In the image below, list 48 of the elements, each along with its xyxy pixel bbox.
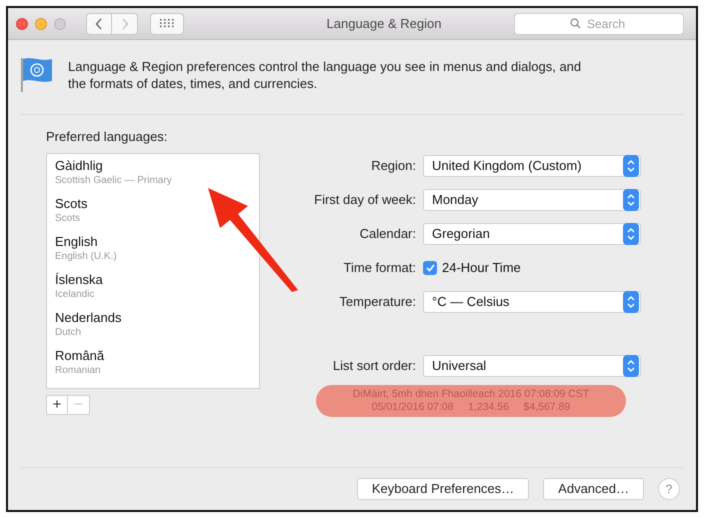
language-subtitle: Icelandic (55, 288, 94, 300)
show-all-button[interactable] (150, 12, 184, 34)
setting-label: Time format: (342, 259, 417, 278)
popup-button[interactable]: Universal (423, 355, 641, 377)
window-title: Language & Region (326, 14, 442, 33)
grid-icon (160, 19, 174, 28)
help-button[interactable]: ? (658, 478, 680, 500)
language-name[interactable]: Gàidhlig (55, 158, 103, 174)
stepper-icon (623, 355, 639, 377)
setting-label: Temperature: (338, 293, 417, 312)
setting-label: Region: (370, 157, 417, 176)
stepper-icon (623, 291, 639, 313)
popup-button[interactable]: Monday (423, 189, 641, 211)
language-subtitle: Scots (55, 212, 80, 224)
flag-icon (20, 56, 54, 92)
language-subtitle: English (U.K.) (55, 250, 117, 262)
popup-button[interactable]: °C — Celsius (423, 291, 641, 313)
check-icon (426, 264, 434, 272)
stepper-icon (623, 189, 639, 211)
language-subtitle: Dutch (55, 326, 82, 338)
preferred-languages-label: Preferred languages: (46, 128, 168, 146)
search-icon (570, 18, 581, 28)
language-name[interactable]: English (55, 234, 98, 250)
push-button[interactable]: Advanced… (543, 478, 644, 500)
chevron-left-icon (95, 18, 103, 30)
language-subtitle: Scottish Gaelic — Primary (55, 174, 172, 186)
checkbox-label: 24-Hour Time (442, 259, 521, 278)
setting-label: Calendar: (358, 225, 417, 244)
popup-button[interactable]: Gregorian (423, 223, 641, 245)
language-name[interactable]: Íslenska (55, 272, 103, 288)
minimize-button[interactable] (35, 18, 47, 30)
back-button[interactable] (86, 12, 112, 34)
setting-label: First day of week: (313, 191, 417, 210)
stepper-icon (623, 223, 639, 245)
language-name[interactable]: Nederlands (55, 310, 122, 326)
checkbox[interactable] (423, 261, 437, 275)
close-button[interactable] (16, 18, 28, 30)
popup-button[interactable]: United Kingdom (Custom) (423, 155, 641, 177)
search-field[interactable]: Search (514, 12, 684, 34)
push-button[interactable]: Keyboard Preferences… (356, 478, 530, 500)
chevron-right-icon (120, 18, 128, 30)
setting-label: List sort order: (332, 357, 417, 376)
language-name[interactable]: Română (55, 348, 104, 364)
stepper-icon (623, 155, 639, 177)
language-subtitle: Romanian (55, 364, 101, 376)
add-button[interactable]: + (46, 394, 68, 414)
language-name[interactable]: Scots (55, 196, 88, 212)
description-text: Language & Region preferences control the language you see in menus and dialogs, and the formats of dates, times, and currencies. (68, 58, 582, 92)
